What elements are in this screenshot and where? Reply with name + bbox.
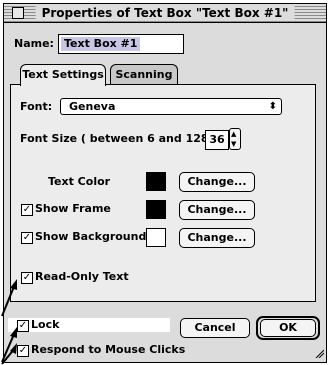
- show-background-checkbox[interactable]: ✓: [21, 232, 33, 244]
- name-field-value: Text Box #1: [61, 37, 141, 51]
- font-label: Font:: [20, 100, 53, 113]
- font-size-stepper[interactable]: ▲ ▼: [229, 128, 241, 150]
- respond-clicks-label[interactable]: Respond to Mouse Clicks: [31, 343, 185, 357]
- popup-arrow-icon: ⬍: [268, 101, 277, 112]
- font-size-field[interactable]: 36: [205, 130, 229, 150]
- background-color-swatch: [146, 228, 166, 247]
- stepper-down-icon[interactable]: ▼: [231, 140, 236, 148]
- font-popup[interactable]: Geneva ⬍: [60, 98, 282, 115]
- pointer-arrow-icon: [1, 279, 17, 317]
- ok-button[interactable]: OK: [260, 319, 316, 337]
- title-bar[interactable]: Properties of Text Box "Text Box #1": [4, 4, 326, 23]
- tab-scanning[interactable]: Scanning: [110, 64, 178, 84]
- show-background-label[interactable]: Show Background: [35, 230, 146, 244]
- frame-color-swatch: [146, 200, 166, 219]
- stepper-up-icon[interactable]: ▲: [231, 130, 236, 138]
- font-popup-value: Geneva: [69, 100, 116, 113]
- close-box-icon[interactable]: [12, 7, 24, 19]
- resize-grip-icon[interactable]: [314, 348, 324, 358]
- read-only-checkbox[interactable]: ✓: [21, 272, 33, 284]
- text-color-label: Text Color: [48, 175, 111, 188]
- frame-color-change-button[interactable]: Change...: [179, 200, 255, 220]
- show-frame-label[interactable]: Show Frame: [35, 202, 111, 216]
- font-size-label: Font Size ( between 6 and 128 ):: [20, 132, 222, 145]
- read-only-label[interactable]: Read-Only Text: [35, 270, 129, 284]
- name-label: Name:: [14, 37, 54, 50]
- pointer-arrow-icon: [1, 343, 17, 365]
- cancel-button[interactable]: Cancel: [180, 318, 250, 338]
- text-color-swatch: [146, 172, 166, 191]
- background-color-change-button[interactable]: Change...: [179, 228, 255, 248]
- name-field[interactable]: Text Box #1: [58, 34, 184, 54]
- show-frame-checkbox[interactable]: ✓: [21, 204, 33, 216]
- text-color-change-button[interactable]: Change...: [179, 172, 255, 192]
- dialog-title: Properties of Text Box "Text Box #1": [35, 5, 295, 21]
- tab-text-settings[interactable]: Text Settings: [20, 64, 106, 86]
- lock-label[interactable]: Lock: [31, 318, 59, 332]
